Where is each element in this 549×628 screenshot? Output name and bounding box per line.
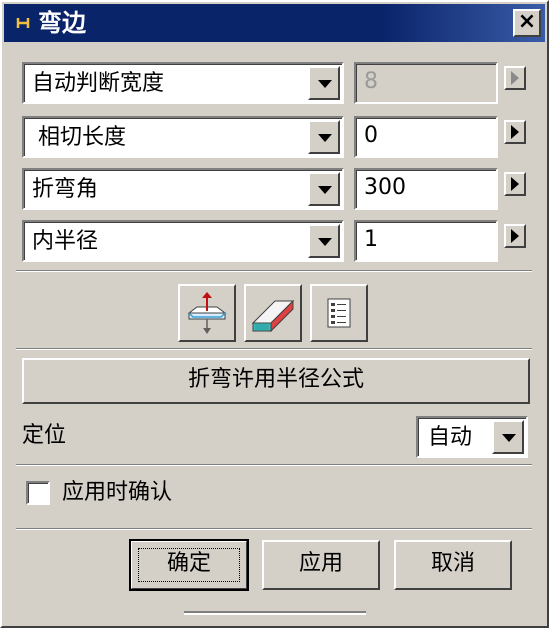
separator [16, 464, 532, 466]
list-icon [327, 298, 351, 328]
length-option-value: 相切长度 [38, 125, 127, 150]
angle-option-select[interactable]: 折弯角 [22, 168, 344, 210]
ok-button[interactable]: 确定 [129, 539, 249, 591]
position-select-value: 自动 [428, 425, 473, 450]
flange-dialog: 弯边 × 自动判断宽度 8 相切长度 0 折弯角 300 内半径 1 折弯许用半… [0, 0, 549, 628]
width-option-value: 自动判断宽度 [32, 71, 165, 96]
separator [16, 348, 532, 350]
confirm-on-apply-checkbox[interactable] [26, 481, 50, 505]
length-row: 相切长度 0 [22, 116, 532, 158]
length-option-select[interactable]: 相切长度 [22, 116, 344, 158]
cancel-button[interactable]: 取消 [394, 540, 512, 590]
window-title: 弯边 [38, 9, 86, 37]
radius-value-menu-arrow-icon[interactable] [504, 224, 526, 248]
chevron-down-icon[interactable] [492, 420, 524, 454]
width-row: 自动判断宽度 8 [22, 62, 532, 104]
apply-button[interactable]: 应用 [262, 540, 380, 590]
flip-direction-icon [187, 292, 227, 334]
separator [16, 270, 532, 272]
chevron-down-icon[interactable] [308, 120, 340, 154]
position-label: 定位 [22, 423, 67, 448]
separator [16, 528, 532, 530]
width-option-select[interactable]: 自动判断宽度 [22, 62, 344, 104]
radius-option-value: 内半径 [32, 229, 99, 254]
app-icon [15, 15, 31, 31]
flange-solid-button[interactable] [244, 284, 302, 342]
angle-value-menu-arrow-icon[interactable] [504, 172, 526, 196]
position-select[interactable]: 自动 [416, 416, 528, 458]
width-value-menu-arrow-icon[interactable] [504, 66, 526, 90]
radius-value-input[interactable]: 1 [354, 220, 498, 262]
chevron-down-icon[interactable] [308, 66, 340, 100]
close-button[interactable]: × [513, 9, 541, 37]
flange-solid-icon [251, 299, 295, 333]
title-bar[interactable]: 弯边 × [4, 4, 545, 42]
list-button[interactable] [310, 284, 368, 342]
chevron-down-icon[interactable] [308, 224, 340, 258]
length-value-input[interactable]: 0 [354, 116, 498, 158]
angle-value-input[interactable]: 300 [354, 168, 498, 210]
resize-grip[interactable] [184, 611, 366, 615]
length-value-menu-arrow-icon[interactable] [504, 120, 526, 144]
width-value-input[interactable]: 8 [354, 62, 498, 104]
radius-row: 内半径 1 [22, 220, 532, 262]
focus-ring [138, 548, 240, 582]
angle-row: 折弯角 300 [22, 168, 532, 210]
flip-direction-button[interactable] [178, 284, 236, 342]
confirm-on-apply-label: 应用时确认 [62, 480, 173, 505]
bend-allowance-formula-button[interactable]: 折弯许用半径公式 [22, 358, 530, 404]
angle-option-value: 折弯角 [32, 177, 99, 202]
chevron-down-icon[interactable] [308, 172, 340, 206]
radius-option-select[interactable]: 内半径 [22, 220, 344, 262]
